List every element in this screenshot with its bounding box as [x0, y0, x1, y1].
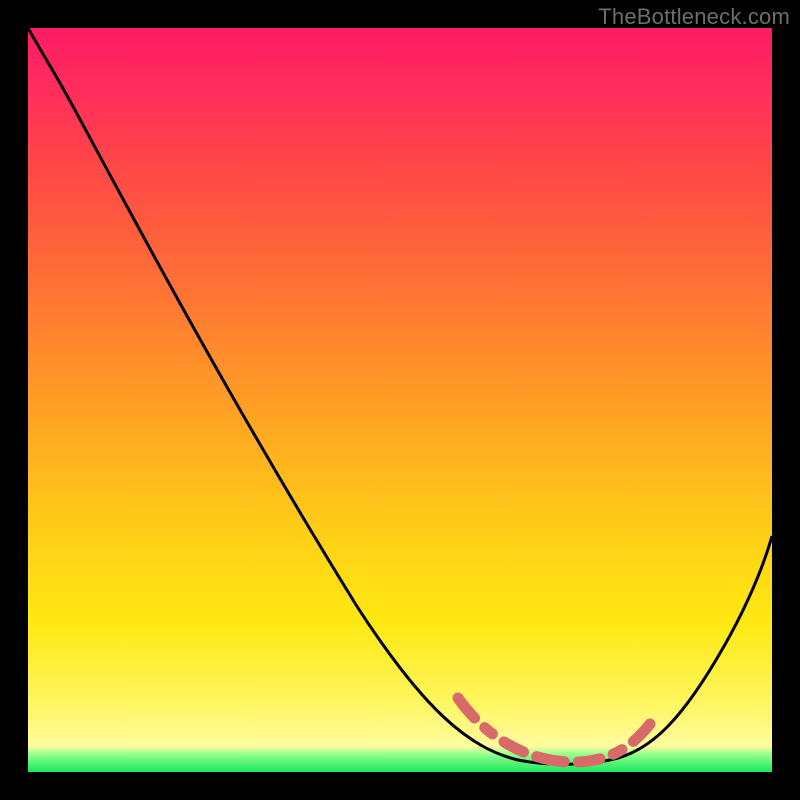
plot-area [28, 28, 772, 772]
bottleneck-curve-path [28, 28, 772, 764]
watermark-text: TheBottleneck.com [598, 4, 790, 30]
optimal-range-swoosh-path [458, 698, 650, 762]
chart-frame: TheBottleneck.com [0, 0, 800, 800]
chart-svg [28, 28, 772, 772]
